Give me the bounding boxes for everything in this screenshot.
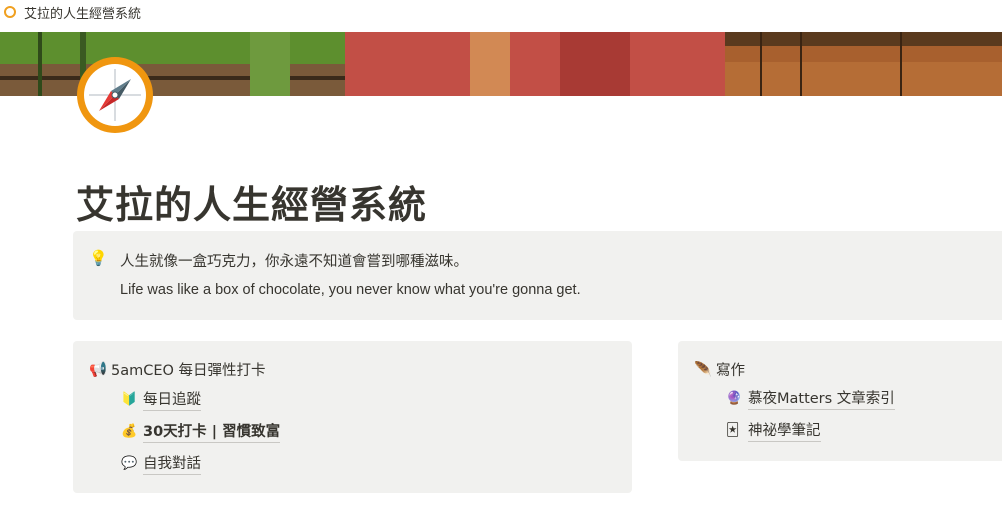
link-matters-index[interactable]: 🔮 慕夜Matters 文章索引 — [726, 387, 895, 410]
daily-checkin-heading-text: 5amCEO 每日彈性打卡 — [111, 363, 266, 379]
page-title: 艾拉的人生經營系統 — [76, 183, 428, 227]
speech-bubble-icon: 💬 — [121, 456, 138, 471]
compass-icon — [4, 6, 16, 18]
link-occult-notes-label: 神祕學筆記 — [748, 419, 821, 442]
feather-icon: 🪶 — [694, 362, 713, 378]
megaphone-icon: 📢 — [89, 362, 108, 378]
daily-checkin-panel: 📢 5amCEO 每日彈性打卡 🔰 每日追蹤 💰 30天打卡 | 習慣致富 💬 … — [73, 341, 632, 493]
callout-text-chinese: 人生就像一盒巧克力，你永遠不知道會嘗到哪種滋味。 — [120, 254, 468, 270]
link-occult-notes[interactable]: 🃏 神祕學筆記 — [726, 419, 821, 442]
link-self-talk-label: 自我對話 — [143, 452, 201, 475]
window-titlebar: 艾拉的人生經營系統 — [0, 0, 1002, 24]
window-title: 艾拉的人生經營系統 — [24, 6, 142, 22]
crystal-ball-icon: 🔮 — [726, 391, 743, 406]
light-bulb-icon: 💡 — [89, 249, 108, 267]
daily-checkin-heading: 📢 5amCEO 每日彈性打卡 — [89, 359, 266, 380]
page-icon[interactable] — [75, 55, 155, 135]
link-matters-index-label: 慕夜Matters 文章索引 — [748, 387, 895, 410]
quote-callout: 💡 人生就像一盒巧克力，你永遠不知道會嘗到哪種滋味。 Life was like… — [73, 231, 1002, 320]
writing-heading: 🪶 寫作 — [694, 359, 745, 380]
link-30-day-checkin[interactable]: 💰 30天打卡 | 習慣致富 — [121, 420, 281, 443]
callout-text-english: Life was like a box of chocolate, you ne… — [120, 282, 581, 298]
writing-panel: 🪶 寫作 🔮 慕夜Matters 文章索引 🃏 神祕學筆記 — [678, 341, 1002, 461]
link-daily-tracking-label: 每日追蹤 — [143, 388, 201, 411]
writing-heading-text: 寫作 — [716, 363, 745, 379]
compass-icon — [77, 57, 153, 133]
link-self-talk[interactable]: 💬 自我對話 — [121, 452, 201, 475]
money-bag-icon: 💰 — [121, 424, 138, 439]
tarot-card-icon: 🃏 — [726, 423, 740, 438]
beginner-badge-icon: 🔰 — [121, 392, 138, 407]
link-30-day-checkin-label: 30天打卡 | 習慣致富 — [143, 420, 281, 443]
link-daily-tracking[interactable]: 🔰 每日追蹤 — [121, 388, 201, 411]
